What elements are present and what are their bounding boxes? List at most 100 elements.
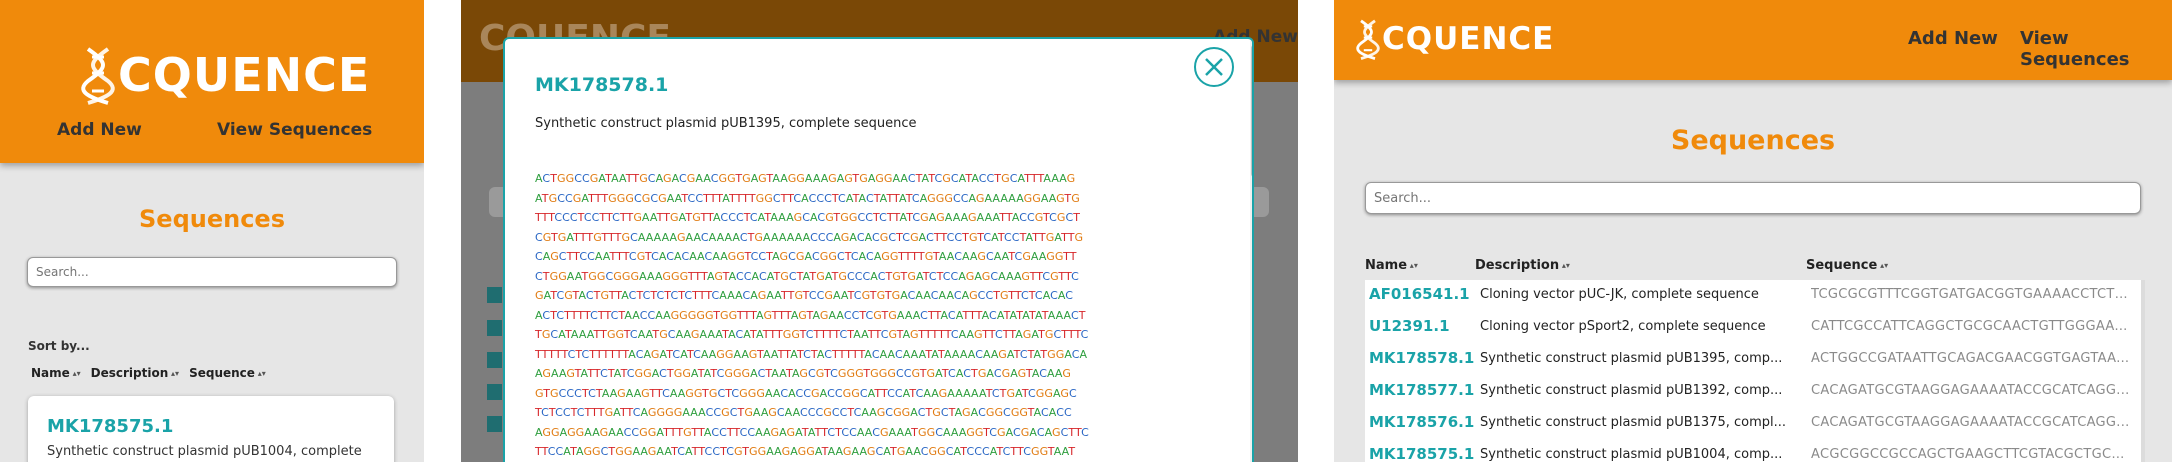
detail-modal-panel: CQUENCE Add New MK178578.1 Synthetic con… xyxy=(461,0,1298,462)
column-header-name-label: Name xyxy=(1365,258,1408,273)
dna-icon xyxy=(1356,19,1380,60)
row-sequence: ACTGGCCGATAATTGCAGACGAACGGTGAGTAAG... xyxy=(1811,351,2131,366)
sequence-line: TCTCCTCTTTGATTCAGGGGAAACCGCTGAAGCAACCCGC… xyxy=(535,406,1072,419)
sequence-table: AF016541.1 Cloning vector pUC-JK, comple… xyxy=(1365,280,2141,462)
row-description: Synthetic construct plasmid pUB1004, com… xyxy=(1480,447,1783,462)
sort-arrows-icon: ▴▾ xyxy=(1877,261,1889,270)
row-name[interactable]: AF016541.1 xyxy=(1369,285,1470,303)
row-sequence: TCGCGCGTTTCGGTGATGACGGTGAAAACCTCTG... xyxy=(1811,287,2131,302)
row-name[interactable]: MK178576.1 xyxy=(1369,413,1474,431)
app-header: CQUENCE Add New View Sequences xyxy=(1334,0,2172,80)
sequence-line: TTCCATAGGCTGGAAGAATCATTCCTCGTGGAAGAGGATA… xyxy=(535,445,1076,458)
nav-add-new-link[interactable]: Add New xyxy=(1908,28,1998,49)
table-row[interactable]: MK178575.1 Synthetic construct plasmid p… xyxy=(1365,440,2141,462)
table-scrollbar[interactable] xyxy=(2141,280,2145,462)
sequence-line: AGGAGGAAGAACCGGATTTGTTACCTTCCAAGAGATATTC… xyxy=(535,425,1089,439)
sort-by-label: Sort by... xyxy=(28,339,90,353)
sequence-line: TTTCCCTCCTTCTTGAATTGATGTTACCCTCATAAAGCAC… xyxy=(535,211,1081,224)
mobile-view-panel: CQUENCE Add New View Sequences Sequences… xyxy=(0,0,424,462)
nav-add-new[interactable]: Add New xyxy=(57,120,142,140)
nav-add-new[interactable]: Add New xyxy=(1908,28,1998,49)
sort-name-label: Name xyxy=(31,366,70,380)
table-row[interactable]: MK178578.1 Synthetic construct plasmid p… xyxy=(1365,344,2141,376)
column-header-name[interactable]: Name ▴▾ xyxy=(1365,258,1418,273)
sort-arrows-icon: ▴▾ xyxy=(168,369,180,378)
dimmed-row xyxy=(487,287,502,303)
dimmed-row xyxy=(487,384,502,400)
search-input[interactable] xyxy=(1365,182,2141,214)
nav-view-sequences[interactable]: View Sequences xyxy=(217,120,372,140)
dimmed-row xyxy=(487,320,502,336)
table-row[interactable]: MK178577.1 Synthetic construct plasmid p… xyxy=(1365,376,2141,408)
nav-add-new-link[interactable]: Add New xyxy=(57,120,142,140)
close-icon xyxy=(1205,58,1223,76)
row-sequence: ACGCGGCCGCCAGCTGAAGCTTCGTACGCTGCA... xyxy=(1811,447,2131,462)
column-header-sequence[interactable]: Sequence ▴▾ xyxy=(1806,258,1888,273)
row-description: Synthetic construct plasmid pUB1395, com… xyxy=(1480,351,1783,366)
sort-sequence-button[interactable]: Sequence ▴▾ xyxy=(189,366,266,380)
sequence-card-description: Synthetic construct plasmid pUB1004, com… xyxy=(47,444,362,459)
app-logo[interactable]: CQUENCE xyxy=(78,45,370,105)
sequence-line: ATGCCGATTTGGGCGCGAATCCTTTATTTTGGCTTCACCC… xyxy=(535,191,1080,205)
app-logo-text: CQUENCE xyxy=(1382,21,1555,57)
modal-sequence-name: MK178578.1 xyxy=(535,74,669,96)
sort-description-button[interactable]: Description ▴▾ xyxy=(91,366,179,380)
app-logo-text: CQUENCE xyxy=(118,48,371,102)
row-description: Synthetic construct plasmid pUB1392, com… xyxy=(1480,383,1783,398)
sequence-text: ACTGGCCGATAATTGCAGACGAACGGTGAGTAAGGAAAGA… xyxy=(535,169,1225,462)
desktop-view-panel: CQUENCE Add New View Sequences Sequences… xyxy=(1334,0,2172,462)
sort-sequence-label: Sequence xyxy=(189,366,255,380)
nav-view-sequences-link[interactable]: View Sequences xyxy=(217,120,372,140)
sequence-card[interactable]: MK178575.1 Synthetic construct plasmid p… xyxy=(28,396,394,462)
sort-arrows-icon: ▴▾ xyxy=(69,369,81,378)
sequence-line: CAGCTTCCAATTTCGTCACACAACAAGGTCCTAGCGACGG… xyxy=(535,250,1077,263)
sort-arrows-icon: ▴▾ xyxy=(1559,261,1570,270)
modal-scrollbar[interactable] xyxy=(1250,39,1252,462)
close-button[interactable] xyxy=(1194,47,1234,87)
modal-sequence-description: Synthetic construct plasmid pUB1395, com… xyxy=(535,116,917,131)
sort-controls: Name ▴▾ Description ▴▾ Sequence ▴▾ xyxy=(31,366,266,380)
row-name[interactable]: MK178575.1 xyxy=(1369,445,1474,462)
nav-view-sequences-link[interactable]: View Sequences xyxy=(2020,28,2130,70)
row-name[interactable]: MK178578.1 xyxy=(1369,349,1474,367)
app-header: CQUENCE Add New View Sequences xyxy=(0,0,424,163)
table-row[interactable]: U12391.1 Cloning vector pSport2, complet… xyxy=(1365,312,2141,344)
row-description: Synthetic construct plasmid pUB1375, com… xyxy=(1480,415,1787,430)
row-sequence: CATTCGCCATTCAGGCTGCGCAACTGTTGGGAAG... xyxy=(1811,319,2131,334)
page-title: Sequences xyxy=(139,205,285,233)
column-header-description[interactable]: Description ▴▾ xyxy=(1475,258,1570,273)
row-name[interactable]: MK178577.1 xyxy=(1369,381,1474,399)
row-description: Cloning vector pSport2, complete sequenc… xyxy=(1480,319,1766,334)
column-header-sequence-label: Sequence xyxy=(1806,258,1878,273)
app-logo[interactable]: CQUENCE xyxy=(1354,18,1554,60)
table-row[interactable]: AF016541.1 Cloning vector pUC-JK, comple… xyxy=(1365,280,2141,312)
table-row[interactable]: MK178576.1 Synthetic construct plasmid p… xyxy=(1365,408,2141,440)
sequence-line: TTTTTCTCTTTTTTACAGATCATCAAGGAAGTAATTATCT… xyxy=(535,347,1088,361)
row-sequence: CACAGATGCGTAAGGAGAAAATACCGCATCAGG... xyxy=(1811,415,2130,430)
scrollbar-thumb[interactable] xyxy=(1251,45,1252,177)
dimmed-row xyxy=(487,352,502,368)
sort-name-button[interactable]: Name ▴▾ xyxy=(31,366,81,380)
sequence-line: AGAAGTATTCTATCGGACTGGATATCGGGACTAATAGCGT… xyxy=(535,367,1071,380)
sequence-line: TGCATAAATTGGTCAATGCAAGAAATACATATTTGGTCTT… xyxy=(535,328,1089,341)
sequence-line: ACTGGCCGATAATTGCAGACGAACGGTGAGTAAGGAAAGA… xyxy=(535,172,1076,185)
sequence-line: CTGGAATGGCGGGAAAGGGTTTAGTACCACATGCTATGAT… xyxy=(535,269,1079,283)
column-header-description-label: Description xyxy=(1475,258,1560,273)
row-description: Cloning vector pUC-JK, complete sequence xyxy=(1480,287,1759,302)
sort-arrows-icon: ▴▾ xyxy=(254,369,266,378)
sequence-line: GATCGTACTGTTACTCTCTCTCTTTCAAACAGAATTGTCC… xyxy=(535,289,1074,302)
search-input[interactable] xyxy=(27,257,397,287)
sort-description-label: Description xyxy=(90,366,169,380)
dna-icon xyxy=(81,47,115,105)
sequence-card-name[interactable]: MK178575.1 xyxy=(47,416,173,437)
sequence-line: GTGCCCTCTAAGAAGTTCAAGGTGCTCGGGAACACCGACC… xyxy=(535,386,1077,400)
row-name[interactable]: U12391.1 xyxy=(1369,317,1450,335)
row-sequence: CACAGATGCGTAAGGAGAAAATACCGCATCAGG... xyxy=(1811,383,2130,398)
page-title: Sequences xyxy=(1670,125,1836,156)
sequence-line: ACTCTTTTCTTCTAACCAAGGGGGTGGTTTAGTTTAGTAG… xyxy=(535,308,1086,322)
sort-arrows-icon: ▴▾ xyxy=(1407,261,1418,270)
sequence-detail-modal: MK178578.1 Synthetic construct plasmid p… xyxy=(503,37,1254,462)
dimmed-row xyxy=(487,416,502,432)
sequence-line: CGTGATTTGTTTGCAAAAAGAACAAAACTGAAAAAACCCA… xyxy=(535,230,1084,244)
nav-view-sequences[interactable]: View Sequences xyxy=(2020,28,2172,70)
